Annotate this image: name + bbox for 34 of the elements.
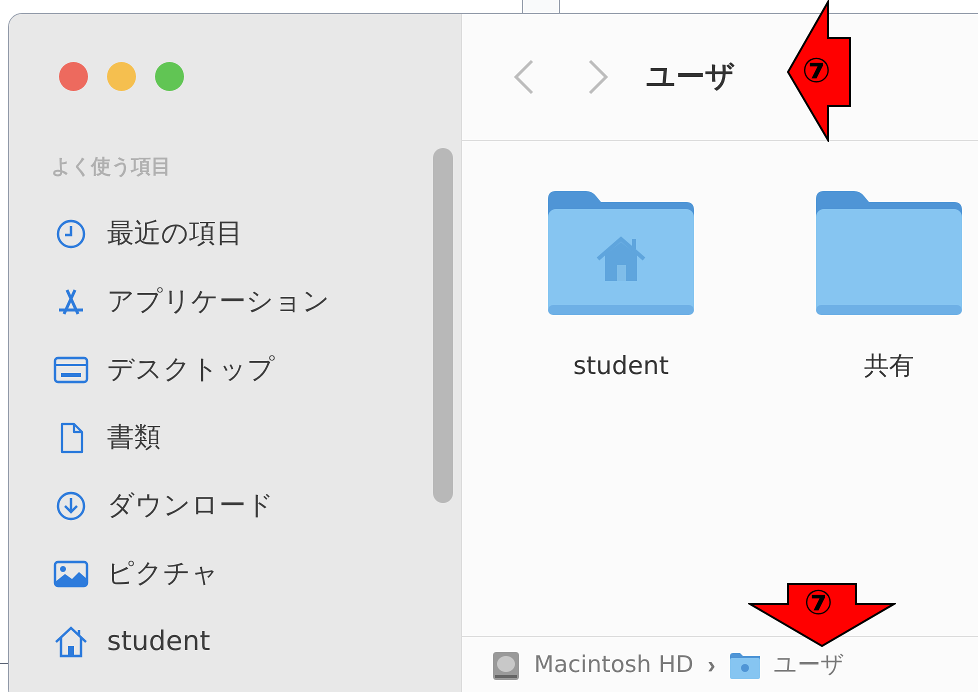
sidebar-item[interactable]: 書類 — [53, 404, 330, 472]
sidebar-item[interactable]: アプリケーション — [53, 268, 330, 336]
forward-icon[interactable] — [586, 59, 610, 95]
sidebar-item[interactable]: student — [53, 608, 330, 676]
path-segment[interactable]: ユーザ — [730, 648, 845, 683]
sidebar-item[interactable]: 最近の項目 — [53, 200, 330, 268]
sidebar-item[interactable]: ダウンロード — [53, 472, 330, 540]
folder-icon — [730, 652, 760, 678]
window-title: ユーザ — [646, 58, 735, 96]
minimize-button[interactable] — [107, 62, 136, 91]
hard-drive-icon — [492, 650, 520, 680]
folder-item[interactable]: student — [548, 191, 694, 384]
scrollbar[interactable] — [433, 148, 453, 503]
clock-icon — [56, 219, 86, 249]
home-icon — [54, 626, 88, 658]
sidebar-section-title: よく使う項目 — [51, 153, 171, 180]
close-button[interactable] — [59, 62, 88, 91]
path-segment[interactable]: Macintosh HD — [492, 648, 694, 683]
path-separator: › — [708, 650, 716, 680]
zoom-button[interactable] — [155, 62, 184, 91]
folder-icon — [816, 191, 962, 315]
sidebar-item[interactable]: デスクトップ — [53, 336, 330, 404]
app-store-icon — [56, 287, 86, 317]
folder-name: student — [573, 350, 669, 382]
folder-item[interactable]: 共有 — [816, 191, 962, 384]
desktop-icon — [53, 355, 89, 385]
sidebar-item[interactable]: ピクチャ — [53, 540, 330, 608]
back-icon[interactable] — [512, 59, 536, 95]
folder-name: 共有 — [864, 350, 914, 382]
step-number: ⑦ — [802, 52, 831, 90]
picture-icon — [53, 559, 89, 589]
folder-icon — [548, 191, 694, 315]
download-icon — [56, 491, 86, 521]
step-number: ⑦ — [804, 584, 833, 622]
